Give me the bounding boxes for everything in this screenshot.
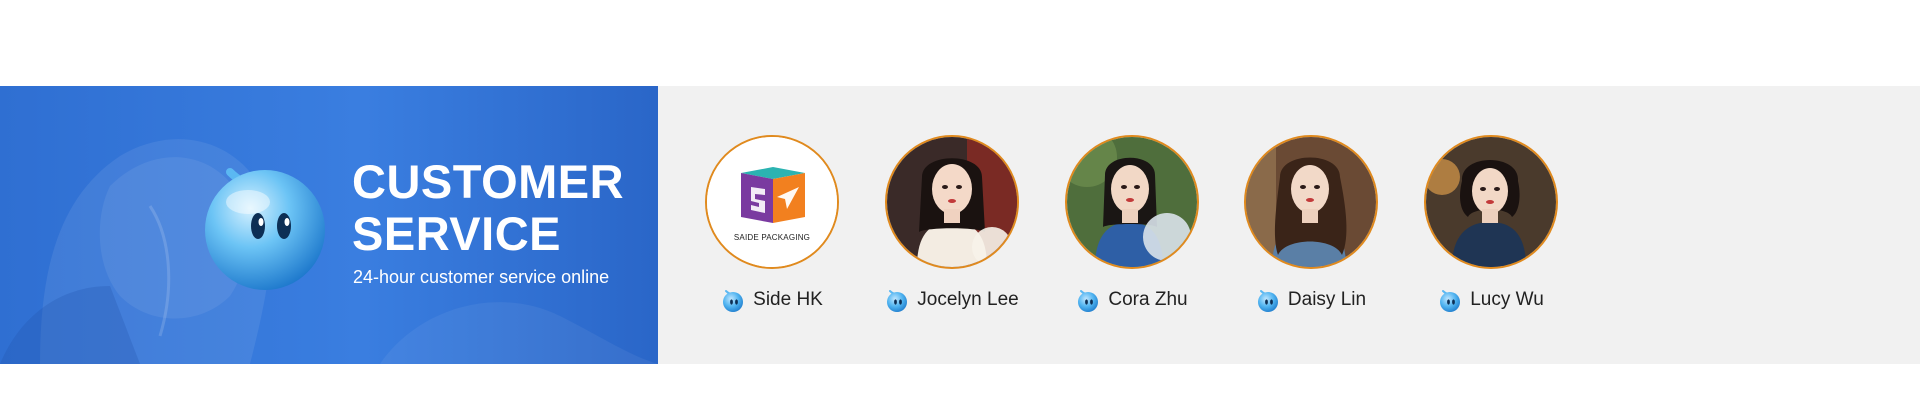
qq-chat-icon[interactable] [721,288,745,312]
agent-photo [1246,137,1376,267]
agent-label[interactable]: Cora Zhu [1062,287,1202,313]
avatar[interactable] [1424,135,1558,269]
agent-label[interactable]: Daisy Lin [1241,287,1381,313]
avatar[interactable] [885,135,1019,269]
agent-photo [1426,137,1556,267]
agent-name[interactable]: Lucy Wu [1470,289,1544,311]
agent-name[interactable]: Daisy Lin [1288,289,1366,311]
hero-title-line2: SERVICE [352,207,561,260]
agent-name[interactable]: Cora Zhu [1108,289,1187,311]
agent-label[interactable]: Jocelyn Lee [882,287,1022,313]
agent-daisy-lin[interactable]: Daisy Lin [1241,135,1381,313]
customer-service-hero: CUSTOMER SERVICE 24-hour customer servic… [0,86,658,364]
hero-title-line1: CUSTOMER [352,155,625,208]
page: CUSTOMER SERVICE 24-hour customer servic… [0,0,1920,409]
agent-cora-zhu[interactable]: Cora Zhu [1062,135,1202,313]
avatar[interactable] [1065,135,1199,269]
agent-name[interactable]: Jocelyn Lee [917,289,1018,311]
qq-chat-icon[interactable] [1256,288,1280,312]
agent-photo [1067,137,1197,267]
qq-chat-icon[interactable] [1438,288,1462,312]
agent-photo [887,137,1017,267]
hero-title: CUSTOMER SERVICE [352,156,652,260]
avatar[interactable] [1244,135,1378,269]
agent-side-hk[interactable]: SAIDE PACKAGING Side HK [702,135,842,313]
customer-service-band: CUSTOMER SERVICE 24-hour customer servic… [0,86,1920,364]
logo-text: SAIDE PACKAGING [733,233,811,242]
hero-subtitle: 24-hour customer service online [353,267,610,287]
avatar[interactable]: SAIDE PACKAGING [705,135,839,269]
qq-chat-icon[interactable] [1076,288,1100,312]
qq-mascot-icon [205,168,325,290]
agents-panel: SAIDE PACKAGING Side HK Jocelyn Lee Cora… [658,86,1920,364]
saide-packaging-logo [707,137,837,267]
agent-label[interactable]: Side HK [702,287,842,313]
agent-lucy-wu[interactable]: Lucy Wu [1421,135,1561,313]
qq-chat-icon[interactable] [885,288,909,312]
agent-jocelyn-lee[interactable]: Jocelyn Lee [882,135,1022,313]
agent-name[interactable]: Side HK [753,289,823,311]
agent-label[interactable]: Lucy Wu [1421,287,1561,313]
